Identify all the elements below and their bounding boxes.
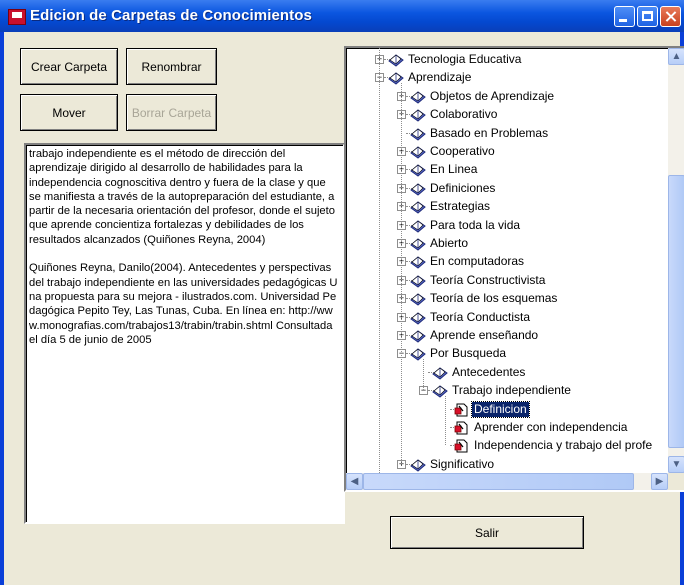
app-icon	[8, 9, 26, 25]
tree-guide-line	[423, 359, 424, 391]
document-icon	[454, 438, 470, 453]
tree-node-label[interactable]: En computadoras	[428, 254, 526, 269]
tree-node-label[interactable]: Objetos de Aprendizaje	[428, 89, 556, 104]
client-area: Crear Carpeta Renombrar Mover Borrar Car…	[4, 32, 684, 585]
delete-folder-button: Borrar Carpeta	[126, 94, 217, 131]
horizontal-scroll-thumb[interactable]	[363, 473, 634, 490]
book-icon	[410, 236, 426, 251]
book-icon	[410, 162, 426, 178]
tree-node[interactable]: + Significativo	[346, 456, 664, 473]
tree-node-label[interactable]: Tecnologia Educativa	[406, 52, 523, 67]
tree-node[interactable]: + Estrategias	[346, 198, 664, 216]
book-icon	[410, 457, 426, 472]
tree-node-label[interactable]: Aprender con independencia	[472, 420, 629, 435]
tree-node-label[interactable]: Estrategias	[428, 199, 492, 214]
book-icon	[410, 199, 426, 214]
tree-node-label[interactable]: Colaborativo	[428, 107, 499, 122]
book-icon	[410, 328, 426, 343]
book-icon	[432, 365, 448, 380]
horizontal-scrollbar[interactable]: ◀ ▶	[346, 473, 668, 490]
tree-node[interactable]: + Objetos de Aprendizaje	[346, 88, 664, 106]
tree-node[interactable]: Independencia y trabajo del profe	[346, 437, 664, 455]
tree-viewport: + Tecnologia Educativa − Aprendizaje + Objeto…	[346, 48, 664, 473]
tree-node-label[interactable]: Aprende enseñando	[428, 328, 540, 343]
vertical-scrollbar[interactable]: ▲ ▼	[668, 48, 684, 473]
close-icon[interactable]	[660, 6, 681, 27]
tree-guide-line	[445, 396, 446, 446]
tree-node-label[interactable]: Teoría Constructivista	[428, 273, 547, 288]
book-icon	[410, 89, 426, 104]
tree-node[interactable]: + Abierto	[346, 235, 664, 253]
tree-node[interactable]: + Definiciones	[346, 180, 664, 198]
tree-node-label[interactable]: Basado en Problemas	[428, 126, 550, 141]
tree-node[interactable]: + En Linea	[346, 161, 664, 179]
scroll-up-icon[interactable]: ▲	[668, 48, 684, 65]
scroll-corner	[668, 473, 684, 490]
document-icon	[454, 402, 470, 417]
document-icon	[454, 420, 470, 435]
tree-node[interactable]: − Trabajo independiente	[346, 382, 664, 400]
scroll-right-icon[interactable]: ▶	[651, 473, 668, 490]
memo-paragraph-2: Quiñones Reyna, Danilo(2004). Antecedent…	[29, 262, 338, 346]
tree-node-label[interactable]: Significativo	[428, 457, 496, 472]
book-icon	[410, 144, 426, 159]
tree-guide-line	[379, 48, 380, 473]
tree-node[interactable]: + Para toda la vida	[346, 217, 664, 235]
scroll-left-icon[interactable]: ◀	[346, 473, 363, 490]
book-icon	[388, 52, 404, 67]
book-icon	[410, 107, 426, 122]
tree-node-label[interactable]: Por Busqueda	[428, 346, 508, 361]
book-icon	[410, 218, 426, 233]
window-title: Edicion de Carpetas de Conocimientos	[30, 7, 312, 24]
move-button[interactable]: Mover	[20, 94, 118, 131]
title-bar[interactable]: Edicion de Carpetas de Conocimientos	[0, 0, 684, 32]
tree-node-label[interactable]: Trabajo independiente	[450, 383, 573, 398]
vertical-scroll-thumb[interactable]	[668, 175, 684, 448]
scroll-down-icon[interactable]: ▼	[668, 456, 684, 473]
tree-node[interactable]: + Cooperativo	[346, 143, 664, 161]
folder-tree[interactable]: + Tecnologia Educativa − Aprendizaje + Objeto…	[344, 46, 684, 492]
book-icon	[410, 310, 426, 325]
tree-node[interactable]: − Por Busqueda	[346, 345, 664, 363]
content-memo[interactable]: trabajo independiente es el método de di…	[24, 143, 345, 524]
exit-button[interactable]: Salir	[390, 516, 584, 549]
tree-node-label[interactable]: Teoría de los esquemas	[428, 291, 559, 306]
memo-paragraph-1: trabajo independiente es el método de di…	[29, 148, 335, 246]
book-icon	[410, 273, 426, 288]
tree-node-label[interactable]: Teoría Conductista	[428, 310, 532, 325]
tree-node-label[interactable]: Cooperativo	[428, 144, 497, 159]
tree-node-label[interactable]: Independencia y trabajo del profe	[472, 438, 654, 453]
tree-node[interactable]: + Teoría Constructivista	[346, 272, 664, 290]
tree-node[interactable]: Aprender con independencia	[346, 419, 664, 437]
main-window: Edicion de Carpetas de Conocimientos Cre…	[0, 0, 684, 585]
tree-guide-line	[401, 83, 402, 464]
create-folder-button[interactable]: Crear Carpeta	[20, 48, 118, 85]
tree-node[interactable]: + Tecnologia Educativa	[346, 51, 664, 69]
rename-button[interactable]: Renombrar	[126, 48, 217, 85]
tree-node[interactable]: + Teoría de los esquemas	[346, 290, 664, 308]
tree-node[interactable]: + En computadoras	[346, 253, 664, 271]
book-icon	[410, 254, 426, 270]
tree-node-label[interactable]: Definiciones	[428, 181, 497, 196]
book-icon	[410, 126, 426, 141]
tree-node-label[interactable]: Antecedentes	[450, 365, 527, 380]
tree-node-label[interactable]: En Linea	[428, 162, 479, 177]
minimize-icon[interactable]	[614, 6, 635, 27]
tree-node-label[interactable]: Abierto	[428, 236, 470, 251]
book-icon	[410, 181, 426, 196]
tree-node[interactable]: + Teoría Conductista	[346, 309, 664, 327]
tree-node[interactable]: Basado en Problemas	[346, 125, 664, 143]
book-icon	[410, 291, 426, 306]
tree-node[interactable]: Antecedentes	[346, 364, 664, 382]
tree-node[interactable]: − Aprendizaje	[346, 69, 664, 87]
tree-node[interactable]: + Aprende enseñando	[346, 327, 664, 345]
maximize-icon[interactable]	[637, 6, 658, 27]
tree-node-label[interactable]: Para toda la vida	[428, 218, 522, 233]
tree-node[interactable]: + Colaborativo	[346, 106, 664, 124]
tree-node[interactable]: Definicion	[346, 400, 664, 419]
tree-node-label[interactable]: Definicion	[471, 400, 530, 418]
tree-node-label[interactable]: Aprendizaje	[406, 70, 473, 85]
